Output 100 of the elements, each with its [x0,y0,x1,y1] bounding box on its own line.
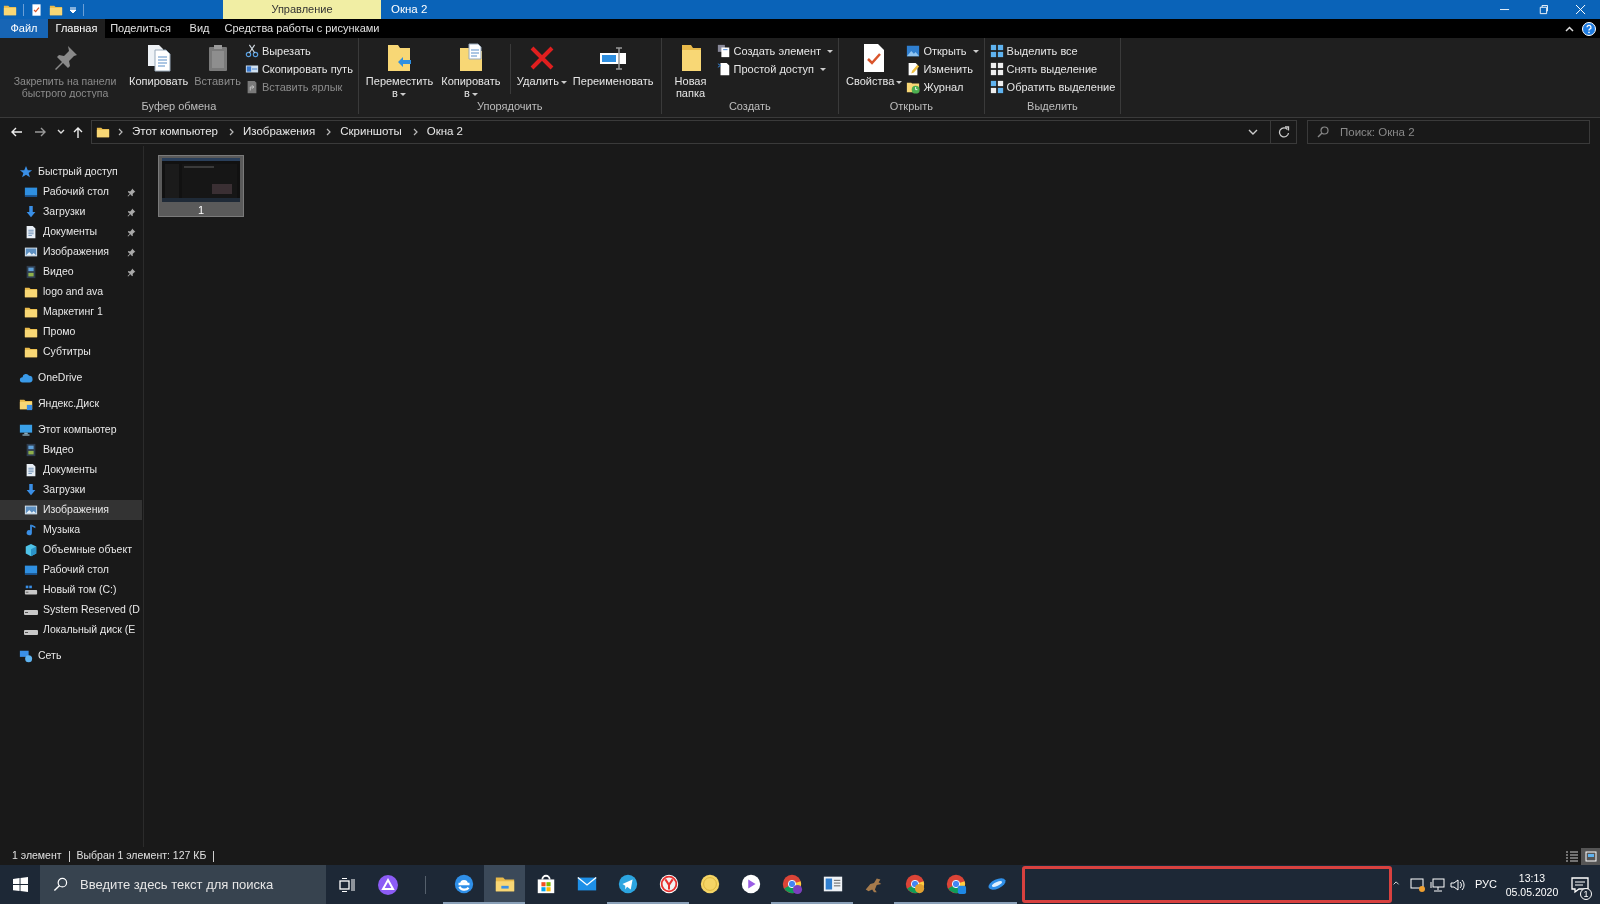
ribbon-button[interactable]: Простой доступ [716,61,834,77]
file-menu-tab[interactable]: Файл [0,19,48,38]
ribbon-tab[interactable]: Средства работы с рисунками [223,19,381,38]
breadcrumb[interactable]: Окна 2 [423,123,467,141]
sidebar-item[interactable]: logo and ava [0,282,142,302]
sidebar-item[interactable]: Новый том (C:) [0,580,142,600]
folder-icon [19,397,33,411]
ribbon-group-label: Буфер обмена [141,99,217,114]
caret-icon [399,92,406,96]
network-icon [1430,876,1446,893]
select-all-icon [989,44,1004,58]
pin-icon [127,227,136,237]
sidebar-item[interactable]: Документы [0,222,142,242]
taskbar-search-field[interactable]: Введите здесь текст для поиска [40,865,326,904]
sidebar-item[interactable]: Этот компьютер [0,420,142,440]
back-arrow-icon [10,126,22,138]
ribbon-button[interactable]: Изменить [906,61,979,77]
ribbon-group-label: Создать [728,99,771,114]
search-icon [1317,126,1329,138]
ribbon-button[interactable]: Копировать в [435,42,506,98]
sidebar-item[interactable]: Видео [0,440,142,460]
browser-icon [780,872,803,895]
sidebar-item[interactable]: Загрузки [0,480,142,500]
ribbon-tab[interactable]: Вид [176,19,223,38]
ribbon-tab[interactable]: Главная [48,19,105,38]
sidebar-item[interactable]: Объемные объект [0,540,142,560]
folder-icon [24,325,38,339]
dropdown-icon[interactable] [69,5,77,14]
chevron-up-icon [1564,25,1574,32]
scissors-icon [244,44,259,58]
sidebar-item[interactable]: Документы [0,460,142,480]
address-field[interactable]: Этот компьютер Изображения Скриншоты Окна 2 [91,120,1297,144]
up-arrow-icon [72,126,84,138]
sidebar-item[interactable]: Видео [0,262,142,282]
folder-icon [24,285,38,299]
sidebar-item[interactable]: Быстрый доступ [0,162,142,182]
ribbon-button[interactable]: Удалить [514,42,569,87]
sidebar-item[interactable]: Изображения [0,242,142,262]
sidebar-item[interactable]: Изображения [0,500,142,520]
breadcrumb[interactable]: Этот компьютер [129,123,221,141]
large-icons-view-icon [1583,849,1598,863]
drive-icon [24,629,38,635]
sidebar-item[interactable]: Промо [0,322,142,342]
ribbon-button[interactable]: Открыть [906,43,979,59]
windows-logo-icon [12,877,28,892]
language-button[interactable]: РУС [1468,865,1504,904]
search-field[interactable]: Поиск: Окна 2 [1307,120,1590,144]
ribbon-button[interactable]: Вырезать [244,43,353,59]
ribbon-button[interactable]: Переименовать [570,42,656,87]
caret-icon [896,80,903,84]
folder-icon [24,305,38,319]
caret-icon [820,67,827,71]
taskbar-app-button[interactable] [484,865,525,904]
notifications-button[interactable]: 1 [1560,865,1600,904]
browser-icon [903,872,926,895]
ribbon-button[interactable]: Скопировать путь [244,61,353,77]
ribbon-button[interactable]: Выделить все [989,43,1116,59]
task-view-icon [338,877,355,892]
ribbon-tab[interactable]: Поделиться [105,19,176,38]
refresh-icon [1277,126,1290,138]
sidebar-item[interactable]: OneDrive [0,368,142,388]
ribbon-button[interactable]: Копировать [127,42,191,87]
sidebar-item[interactable]: Загрузки [0,202,142,222]
clock-button[interactable]: 13:13 05.05.2020 [1504,865,1560,904]
cloud-icon [19,371,33,385]
sidebar-item[interactable]: System Reserved (D [0,600,142,620]
forward-arrow-icon [35,126,47,138]
notification-count: 1 [1580,888,1592,900]
checklist-icon[interactable] [30,2,43,17]
chevron-right-icon [324,128,332,136]
breadcrumb[interactable]: Изображения [240,123,319,141]
ribbon-button[interactable]: Обратить выделение [989,79,1116,95]
sidebar-item[interactable]: Субтитры [0,342,142,362]
sidebar-item[interactable]: Рабочий стол [0,560,142,580]
star-icon [19,165,33,179]
sidebar-item[interactable]: Локальный диск (E [0,620,142,640]
sidebar-item[interactable]: Маркетинг 1 [0,302,142,322]
monitor-alert-icon [1410,876,1426,893]
film-icon [24,443,38,457]
file-item[interactable]: 1 [158,155,244,217]
ribbon-button[interactable]: Новая папка [666,42,715,98]
ribbon-button[interactable]: Снять выделение [989,61,1116,77]
ribbon-button[interactable]: Свойства [844,42,905,87]
ribbon-button[interactable]: Журнал [906,79,979,95]
sidebar-item[interactable]: Сеть [0,646,142,666]
ribbon-group-label: Упорядочить [476,99,543,114]
sidebar-item[interactable]: Рабочий стол [0,182,142,202]
large-icons-view-button[interactable] [1581,847,1600,865]
browser-icon [944,872,967,895]
computer-icon [19,423,33,437]
ribbon-button[interactable]: Переместить в [363,42,434,98]
folder-icon [24,345,38,359]
sidebar-item[interactable]: Яндекс.Диск [0,394,142,414]
sidebar-item[interactable]: Музыка [0,520,142,540]
ribbon-button[interactable]: Создать элемент [716,43,834,59]
pin-icon [127,247,136,257]
breadcrumb[interactable]: Скриншоты [337,123,405,141]
pin-icon [127,267,136,277]
down-arrow-icon [24,483,38,497]
restore-icon [1538,4,1548,15]
